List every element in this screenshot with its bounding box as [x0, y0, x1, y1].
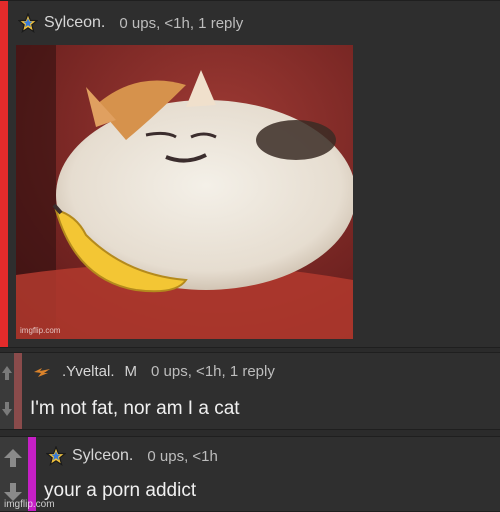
mod-badge: M [124, 363, 138, 380]
comment-text: I'm not fat, nor am I a cat [30, 398, 240, 419]
comment-header: .Yveltal. M 0 ups, <1h, 1 reply [32, 363, 275, 380]
downvote-arrow-icon[interactable] [1, 401, 13, 417]
comment-2: .Yveltal. M 0 ups, <1h, 1 reply I'm not … [0, 352, 500, 430]
username[interactable]: Sylceon. [44, 14, 105, 32]
vote-column [0, 353, 14, 429]
fat-cat-banana-painting [16, 45, 353, 339]
comment-accent-bar [14, 353, 22, 429]
comment-accent-bar [0, 1, 8, 347]
comment-meta: 0 ups, <1h, 1 reply [151, 363, 275, 380]
comment-3: Sylceon. 0 ups, <1h your a porn addict [0, 436, 500, 512]
upvote-arrow-icon[interactable] [2, 447, 24, 469]
comment-header: Sylceon. 0 ups, <1h, 1 reply [17, 12, 244, 33]
yveltal-logo-icon[interactable] [32, 364, 54, 380]
image-watermark: imgflip.com [20, 326, 61, 335]
username[interactable]: Sylceon. [72, 447, 133, 465]
comment-1: Sylceon. 0 ups, <1h, 1 reply imgflip.com [0, 0, 500, 348]
comment-image[interactable]: imgflip.com [16, 45, 353, 339]
comment-text: your a porn addict [44, 480, 197, 501]
username[interactable]: .Yveltal. [62, 363, 115, 380]
upvote-arrow-icon[interactable] [1, 365, 13, 381]
rainbow-star-icon[interactable] [45, 445, 67, 466]
rainbow-star-icon[interactable] [17, 12, 39, 33]
comment-meta: 0 ups, <1h, 1 reply [119, 14, 244, 32]
comment-header: Sylceon. 0 ups, <1h [45, 445, 218, 466]
comment-meta: 0 ups, <1h [147, 447, 218, 465]
footer-watermark: imgflip.com [4, 499, 55, 510]
